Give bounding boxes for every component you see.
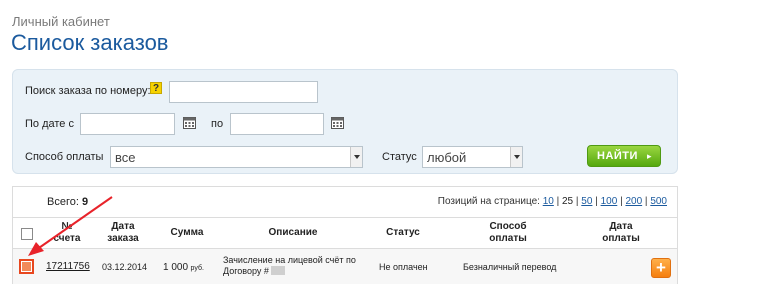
date-to-input[interactable] [230,113,324,135]
date-from-input[interactable] [80,113,175,135]
chevron-down-icon [510,147,522,167]
per-page-50[interactable]: 50 [581,196,592,207]
order-sum: 1 000 руб. [163,262,204,273]
order-description: Зачисление на лицевой счёт по Договору # [223,255,356,276]
order-number-input[interactable] [169,81,318,103]
order-payment-method: Безналичный перевод [463,262,557,272]
status-value: любой [427,150,467,165]
col-payment: Способ оплаты [489,221,527,244]
status-select[interactable]: любой [422,146,523,168]
col-paid-date: Дата оплаты [602,221,640,244]
per-page-10[interactable]: 10 [543,196,554,207]
per-page-200[interactable]: 200 [625,196,642,207]
per-page-100[interactable]: 100 [601,196,618,207]
per-page-selector: Позиций на странице: 10 | 25 | 50 | 100 … [437,196,667,207]
annotation-arrow-icon [28,196,113,256]
payment-method-select[interactable]: все [110,146,363,168]
chevron-down-icon [350,147,362,167]
col-status: Статус [386,227,420,238]
arrow-right-icon: ▸ [646,151,652,161]
calendar-icon[interactable] [183,116,196,129]
search-label: Поиск заказа по номеру: [25,85,151,97]
payment-method-value: все [115,150,136,165]
find-button[interactable]: НАЙТИ ▸ [587,145,661,167]
expand-plus-button[interactable]: + [651,258,671,278]
filter-panel: Поиск заказа по номеру: ? По дате с по С… [12,69,678,174]
payment-label: Способ оплаты [25,151,104,163]
per-page-25: 25 [562,196,574,207]
order-status: Не оплачен [379,262,428,272]
status-label: Статус [382,151,417,163]
calendar-icon[interactable] [331,116,344,129]
find-button-label: НАЙТИ [597,150,638,162]
col-sum: Сумма [170,227,204,238]
col-description: Описание [268,227,318,238]
breadcrumb: Личный кабинет [12,14,110,29]
date-from-label: По дате с [25,118,74,130]
date-to-label: по [211,118,224,130]
redacted-block [271,266,286,275]
page-title: Список заказов [11,30,169,55]
per-page-500[interactable]: 500 [650,196,667,207]
help-icon[interactable]: ? [150,82,162,94]
